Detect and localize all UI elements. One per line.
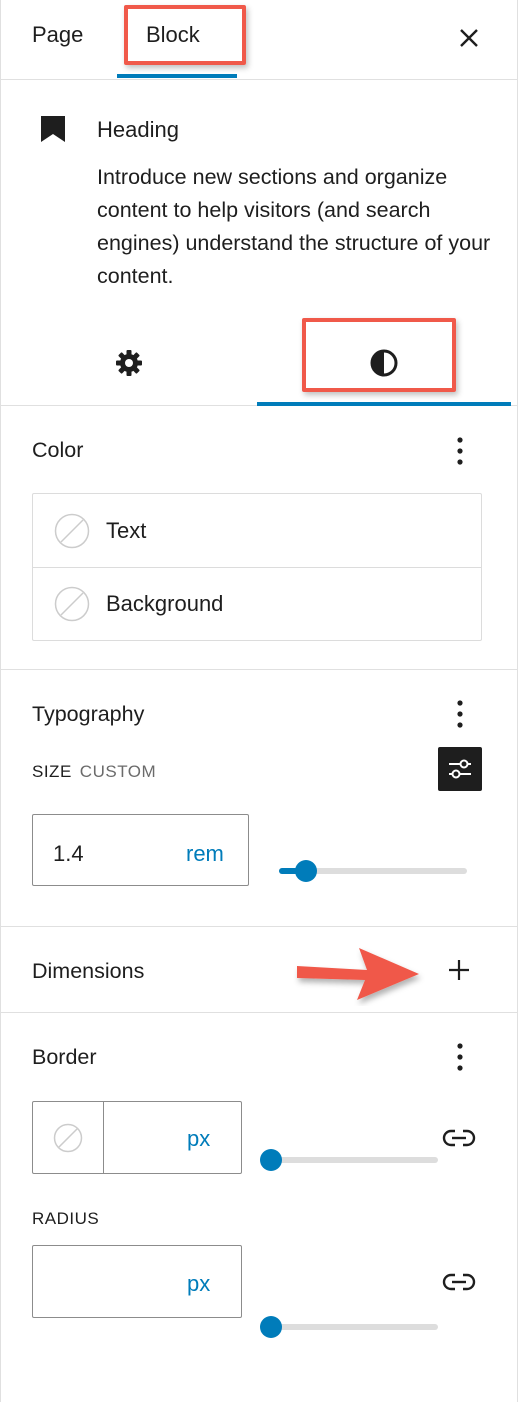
font-size-value[interactable]: 1.4	[53, 841, 84, 867]
more-vertical-icon	[457, 1043, 463, 1071]
tab-styles-active-indicator	[257, 402, 511, 406]
plus-icon	[449, 960, 469, 980]
border-radius-unit-select[interactable]: px	[187, 1271, 210, 1297]
link-icon	[442, 1129, 476, 1147]
font-size-slider-thumb[interactable]	[295, 860, 317, 882]
inspector-tabs	[1, 316, 518, 406]
font-size-unit-select[interactable]: rem	[186, 841, 224, 867]
border-link-button[interactable]	[439, 1118, 479, 1158]
color-settings-list: Text Background	[32, 493, 482, 641]
contrast-icon	[370, 349, 398, 377]
gear-icon	[116, 350, 142, 376]
color-item-label: Background	[106, 591, 224, 616]
border-section-title: Border	[32, 1045, 97, 1069]
dimensions-add-button[interactable]	[441, 952, 477, 988]
tab-styles[interactable]	[363, 342, 405, 384]
border-width-slider-track[interactable]	[263, 1157, 438, 1163]
section-divider	[1, 1012, 518, 1013]
block-title: Heading	[97, 117, 179, 142]
color-options-button[interactable]	[445, 431, 475, 471]
border-width-slider-thumb[interactable]	[260, 1149, 282, 1171]
tab-block-active-indicator	[117, 74, 237, 78]
typography-options-button[interactable]	[445, 694, 475, 734]
no-color-swatch-icon	[53, 1123, 83, 1152]
font-size-label-text: SIZE	[32, 762, 72, 781]
dimensions-section-title: Dimensions	[32, 959, 145, 983]
tab-block[interactable]: Block	[146, 22, 200, 48]
typography-section-title: Typography	[32, 702, 145, 726]
border-radius-input[interactable]: px	[32, 1245, 242, 1318]
color-item-text[interactable]: Text	[33, 494, 481, 567]
annotation-arrow	[297, 948, 419, 1000]
sidebar-header: Page Block	[1, 0, 518, 80]
more-vertical-icon	[457, 700, 463, 728]
border-width-control: px	[32, 1101, 242, 1174]
no-color-swatch-icon	[54, 586, 90, 622]
settings-sliders-icon	[449, 759, 471, 779]
font-size-label: SIZE CUSTOM	[32, 762, 156, 782]
block-description: Introduce new sections and organize cont…	[97, 165, 491, 288]
close-button[interactable]	[449, 18, 489, 58]
more-vertical-icon	[457, 437, 463, 465]
section-divider	[1, 926, 518, 927]
color-item-label: Text	[106, 517, 147, 543]
border-radius-label: RADIUS	[32, 1209, 100, 1228]
color-section-title: Color	[32, 438, 84, 462]
tab-page[interactable]: Page	[32, 22, 83, 48]
close-icon	[460, 29, 478, 47]
no-color-swatch-icon	[54, 513, 90, 548]
color-item-background[interactable]: Background	[33, 567, 481, 640]
border-radius-slider-thumb[interactable]	[260, 1316, 282, 1338]
bookmark-icon	[41, 116, 65, 142]
border-width-unit-select[interactable]: px	[187, 1126, 210, 1152]
custom-size-toggle-button[interactable]	[438, 747, 482, 791]
border-options-button[interactable]	[445, 1037, 475, 1077]
border-radius-link-button[interactable]	[439, 1262, 479, 1302]
border-color-picker[interactable]	[33, 1102, 104, 1173]
font-size-input[interactable]: 1.4 rem	[32, 814, 249, 886]
font-size-mode: CUSTOM	[79, 762, 157, 781]
link-icon	[442, 1273, 476, 1291]
border-radius-slider-track[interactable]	[263, 1324, 438, 1330]
tab-settings[interactable]	[108, 342, 150, 384]
section-divider	[1, 669, 518, 670]
block-inspector-panel: Page Block Heading Introduce new section…	[0, 0, 518, 1402]
